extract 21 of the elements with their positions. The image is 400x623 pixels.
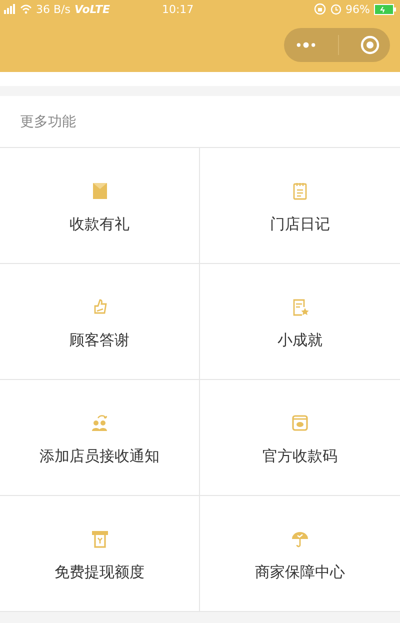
more-icon[interactable] [294,41,316,49]
clock-time: 10:17 [162,4,194,14]
withdraw-icon [90,529,110,549]
alarm-icon [330,3,342,15]
feature-tile[interactable]: 顾客答谢 [0,264,200,380]
battery-level: 96% [346,4,370,14]
section-title: 更多功能 [20,112,76,130]
network-speed: 36 B/s [36,4,70,14]
feature-tile[interactable]: 商家保障中心 [200,496,400,612]
wifi-icon [20,4,32,14]
staff-icon [90,413,110,433]
signal-icon [4,4,16,14]
battery-icon [374,4,396,14]
feature-tile[interactable]: 门店日记 [200,148,400,264]
feature-tile[interactable]: 免费提现额度 [0,496,200,612]
umbrella-icon [290,529,310,549]
feature-tile[interactable]: 收款有礼 [0,148,200,264]
feature-tile[interactable]: 小成就 [200,264,400,380]
feature-tile[interactable]: 官方收款码 [200,380,400,496]
feature-tile[interactable]: 添加店员接收通知 [0,380,200,496]
network-type: VoLTE [74,4,110,14]
